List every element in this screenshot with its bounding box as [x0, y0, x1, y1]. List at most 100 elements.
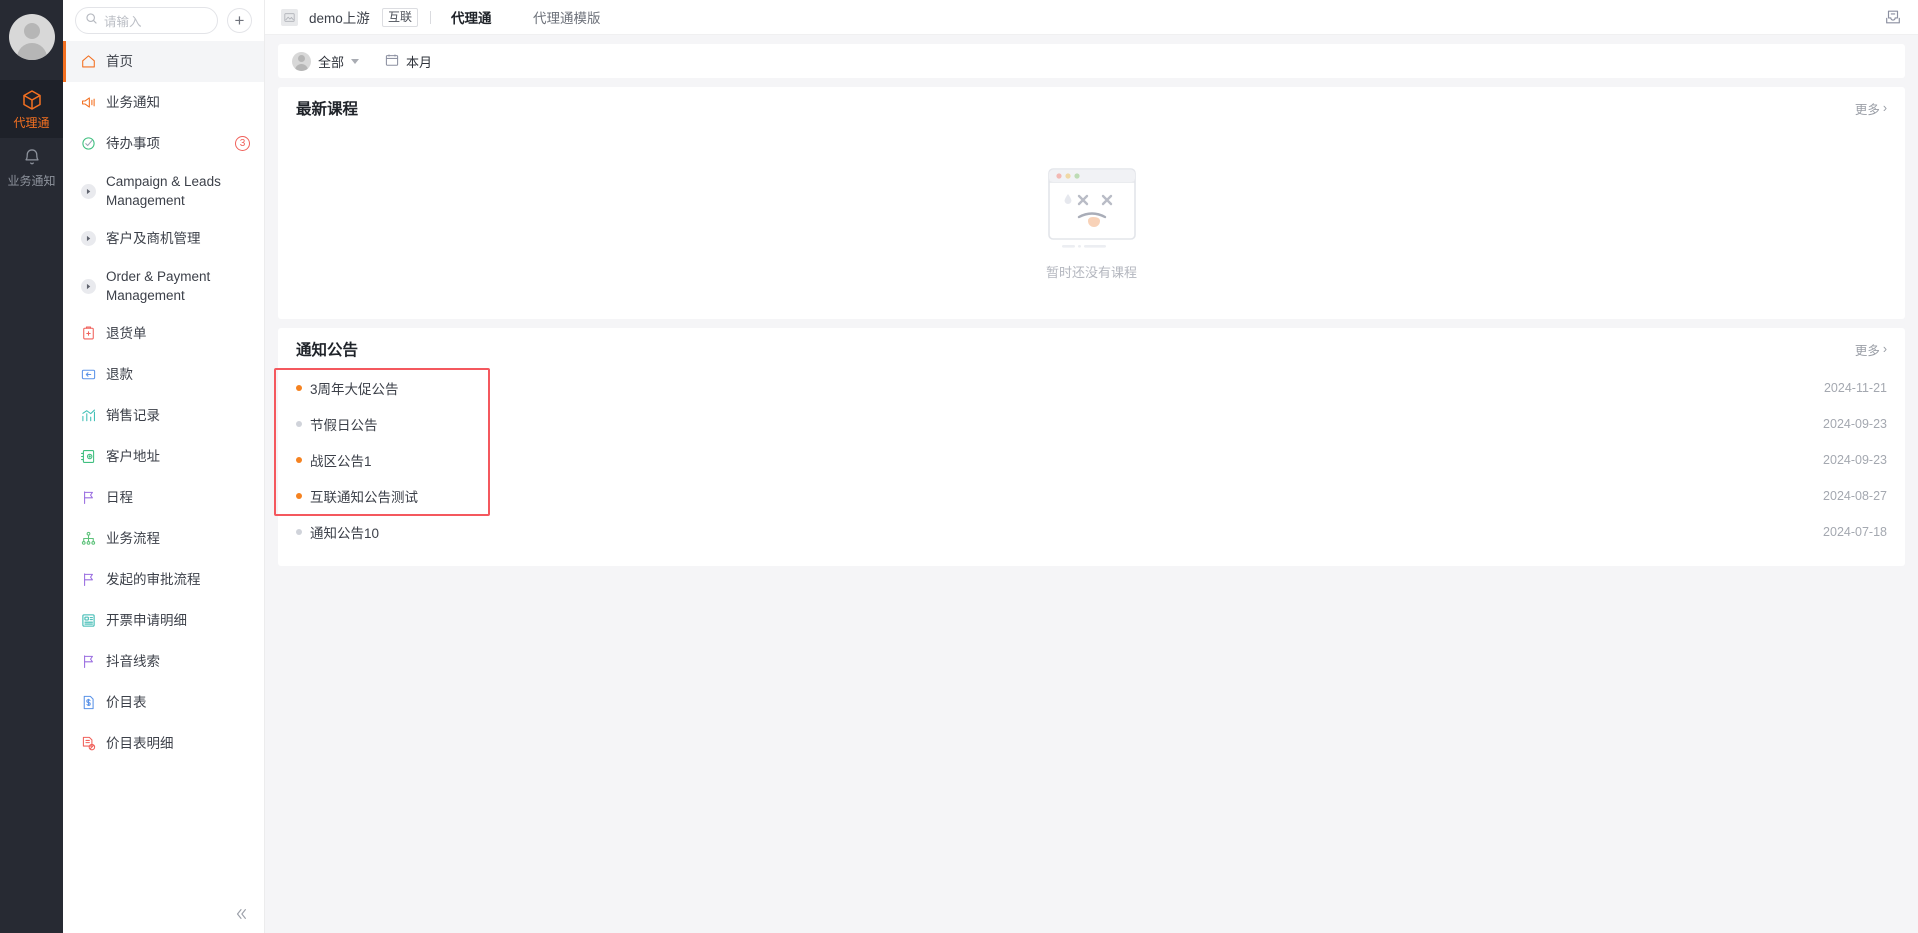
unread-dot-icon	[296, 493, 302, 499]
notice-row[interactable]: 通知公告10 2024-07-18	[296, 514, 1887, 550]
sidebar-item-label: 抖音线索	[106, 654, 160, 669]
sidebar-item-17[interactable]: 价目表明细	[63, 723, 264, 764]
caret-right-icon	[81, 231, 96, 246]
bell-icon	[21, 145, 43, 171]
read-dot-icon	[296, 529, 302, 535]
notice-date: 2024-09-23	[1823, 417, 1887, 431]
sidebar-item-9[interactable]: 销售记录	[63, 395, 264, 436]
courses-more-link[interactable]: 更多 ›	[1855, 99, 1887, 118]
notice-list: 3周年大促公告 2024-11-21 节假日公告 2024-09-23 战区公告1 202…	[274, 368, 1905, 566]
caret-right-icon	[80, 230, 97, 247]
chevron-right-icon: ›	[1882, 342, 1887, 356]
notice-row[interactable]: 3周年大促公告 2024-11-21	[296, 370, 1887, 406]
sidebar-item-15[interactable]: 抖音线索	[63, 641, 264, 682]
sidebar-item-14[interactable]: 开票申请明细	[63, 600, 264, 641]
org-name: demo上游	[309, 11, 370, 26]
courses-card-header: 最新课程 更多 ›	[278, 87, 1905, 129]
notices-card: 通知公告 更多 › 3周年大促公告 2024-11-21 节假日公告 2024-09-…	[274, 328, 1905, 566]
read-dot-icon	[296, 421, 302, 427]
sidebar-item-label: Order & Payment Management	[106, 269, 211, 303]
avatar-body	[16, 43, 47, 60]
courses-empty-text: 暂时还没有课程	[1045, 265, 1137, 280]
sidebar-item-5[interactable]: 客户及商机管理	[63, 218, 264, 259]
rail-item-agent[interactable]: 代理通	[0, 80, 63, 138]
notice-row[interactable]: 互联通知公告测试 2024-08-27	[296, 478, 1887, 514]
sidebar-item-4[interactable]: Campaign & Leads Management	[63, 164, 264, 218]
notice-date: 2024-09-23	[1823, 453, 1887, 467]
sidebar-item-badge: 3	[235, 136, 250, 151]
image-placeholder-icon	[281, 9, 298, 26]
notice-date: 2024-11-21	[1823, 381, 1887, 395]
chevron-double-left-icon	[236, 909, 246, 919]
price-doc-icon	[80, 694, 97, 711]
sidebar-item-label: 销售记录	[106, 408, 160, 423]
sidebar-item-6[interactable]: Order & Payment Management	[63, 259, 264, 313]
courses-empty-state: 暂时还没有课程	[278, 129, 1905, 319]
notices-more-label: 更多	[1854, 343, 1880, 358]
sidebar-item-13[interactable]: 发起的审批流程	[63, 559, 264, 600]
search-input[interactable]: 请输入	[75, 7, 218, 34]
sidebar-item-label: 待办事项	[106, 136, 160, 151]
topbar-divider	[430, 10, 431, 24]
tab-agent-template[interactable]: 代理通模版	[533, 7, 601, 27]
sidebar-item-label: 退货单	[106, 326, 147, 341]
left-rail: 代理通 业务通知	[0, 0, 63, 933]
sidebar-item-label: 客户及商机管理	[106, 231, 201, 246]
sidebar-item-label: 价目表	[106, 695, 147, 710]
unread-dot-icon	[296, 385, 302, 391]
sidebar-item-label: 退款	[106, 367, 133, 382]
sidebar-item-label: 业务通知	[106, 95, 160, 110]
home-icon	[80, 53, 97, 70]
notice-title: 3周年大促公告	[310, 382, 399, 397]
sidebar-item-label: 开票申请明细	[106, 613, 187, 628]
notices-more-link[interactable]: 更多 ›	[1855, 340, 1887, 359]
avatar[interactable]	[8, 14, 55, 60]
tab-agent[interactable]: 代理通	[451, 7, 492, 27]
courses-card-title: 最新课程	[296, 101, 359, 118]
sidebar-item-2[interactable]: 业务通知	[63, 82, 264, 123]
inbox-icon[interactable]	[1884, 8, 1902, 31]
sidebar-menu: 首页业务通知待办事项 3 Campaign & Leads Management 客户…	[63, 41, 264, 933]
caret-right-icon	[81, 183, 96, 199]
notice-title: 战区公告1	[310, 454, 372, 469]
sidebar-item-1[interactable]: 首页	[63, 41, 264, 82]
sidebar-item-label: 首页	[106, 54, 133, 69]
unread-dot-icon	[296, 457, 302, 463]
sidebar-item-7[interactable]: 退货单	[63, 313, 264, 354]
notice-row[interactable]: 节假日公告 2024-09-23	[296, 406, 1887, 442]
address-book-icon	[80, 448, 97, 465]
sidebar-collapse-button[interactable]	[228, 901, 254, 927]
cube-icon	[20, 87, 44, 113]
search-icon	[85, 12, 98, 30]
user-avatar-icon	[292, 51, 311, 71]
filter-bar: 全部 本月	[278, 44, 1905, 78]
main-area: demo上游 互联 代理通 代理通模版 全部 本月 最新课程 更多 › 暂时还没…	[265, 0, 1918, 933]
period-filter[interactable]: 本月	[385, 52, 432, 71]
invoice-icon	[80, 612, 97, 629]
sidebar-item-3[interactable]: 待办事项 3	[63, 123, 264, 164]
sidebar-item-12[interactable]: 业务流程	[63, 518, 264, 559]
sidebar-item-11[interactable]: 日程	[63, 477, 264, 518]
notice-row[interactable]: 战区公告1 2024-09-23	[296, 442, 1887, 478]
flag-icon	[80, 571, 97, 588]
courses-more-label: 更多	[1854, 102, 1880, 117]
app-root: 代理通 业务通知 请输入 + 首页 业务通知 待办事项 3 Campaign &…	[0, 0, 1918, 933]
rail-item-notifications[interactable]: 业务通知	[0, 138, 63, 196]
courses-card: 最新课程 更多 › 暂时还没有课程	[278, 87, 1905, 319]
sidebar: 请输入 + 首页业务通知待办事项 3 Campaign & Leads Manage…	[63, 0, 265, 933]
avatar-head	[23, 23, 40, 39]
rail-item-label: 业务通知	[7, 174, 56, 188]
sidebar-item-10[interactable]: 客户地址	[63, 436, 264, 477]
caret-right-icon	[80, 183, 97, 200]
add-button[interactable]: +	[227, 8, 252, 33]
period-filter-label: 本月	[406, 54, 433, 70]
sidebar-item-label: Campaign & Leads Management	[106, 174, 221, 208]
sidebar-item-8[interactable]: 退款	[63, 354, 264, 395]
scope-filter[interactable]: 全部	[292, 51, 360, 71]
check-circle-icon	[80, 135, 97, 152]
plus-icon: +	[234, 11, 245, 30]
sidebar-item-16[interactable]: 价目表	[63, 682, 264, 723]
price-detail-icon	[80, 735, 97, 752]
sidebar-item-label: 业务流程	[106, 531, 160, 546]
chevron-down-icon	[351, 58, 360, 64]
